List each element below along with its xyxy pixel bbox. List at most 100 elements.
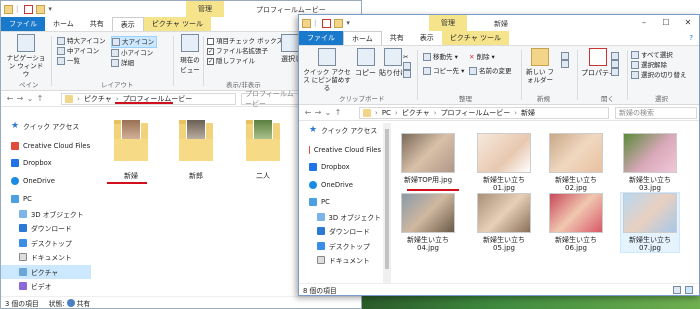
search-input[interactable]: プロフィールムービー (241, 90, 301, 108)
details-button[interactable]: 詳細 (111, 58, 134, 68)
large-icons-view-icon[interactable] (685, 285, 693, 294)
new-item-button[interactable] (561, 52, 569, 60)
extra-large-icons-button[interactable]: 特大アイコン (57, 36, 106, 46)
tab-home[interactable]: ホーム (343, 30, 382, 46)
sidebar-item-downloads[interactable]: ダウンロード (299, 224, 381, 239)
search-input[interactable]: 新婦の検索 (615, 107, 697, 119)
paste-shortcut-button[interactable] (403, 70, 411, 78)
properties-icon[interactable] (24, 4, 34, 14)
breadcrumb-pictures[interactable]: ピクチャ (402, 108, 430, 118)
qa-dropdown-icon[interactable]: ▾ (48, 5, 52, 13)
sidebar-item-desktop[interactable]: デスクトップ (1, 236, 91, 251)
sidebar-scrollbar[interactable] (383, 123, 391, 283)
new-folder-icon[interactable] (334, 18, 344, 28)
recent-dropdown-icon[interactable]: ⌄ (323, 108, 333, 117)
folder-bride[interactable]: 新婦 (111, 119, 151, 181)
details-view-icon[interactable] (673, 285, 681, 294)
up-arrow-icon[interactable]: ↑ (35, 94, 45, 103)
breadcrumb-profile-movie[interactable]: プロフィールムービー (440, 108, 510, 118)
properties-icon[interactable] (322, 18, 332, 28)
tab-share[interactable]: 共有 (382, 31, 412, 45)
tab-picture-tools[interactable]: ピクチャ ツール (143, 17, 211, 31)
file-item[interactable]: 新婦生い立ち 04.jpg (399, 193, 457, 252)
tab-file[interactable]: ファイル (1, 17, 45, 31)
close-icon[interactable]: ✕ (677, 15, 699, 31)
cut-button[interactable]: ✂ (403, 52, 408, 62)
file-item[interactable]: 新婦生い立ち 05.jpg (475, 193, 533, 252)
file-item[interactable]: 新婦生い立ち 06.jpg (547, 193, 605, 252)
breadcrumb-bride[interactable]: 新婦 (521, 108, 535, 118)
tab-picture-tools[interactable]: ピクチャ ツール (441, 31, 509, 45)
hide-selected-button[interactable]: 選択した項目を (281, 34, 299, 64)
sidebar-item-3d-objects[interactable]: 3D オブジェクト (1, 207, 91, 222)
maximize-icon[interactable]: ☐ (655, 15, 677, 31)
sidebar-item-creative-cloud[interactable]: Creative Cloud Files (1, 139, 91, 154)
list-button[interactable]: 一覧 (57, 56, 80, 66)
file-item[interactable]: 新婦TOP用.jpg (399, 133, 457, 184)
copy-to-button[interactable]: コピー先 ▾ (423, 64, 464, 78)
move-to-button[interactable]: 移動先 ▾ (423, 50, 458, 64)
history-button[interactable] (611, 68, 619, 76)
select-all-button[interactable]: すべて選択 (631, 50, 673, 60)
sidebar-item-documents[interactable]: ドキュメント (1, 250, 91, 265)
forward-arrow-icon[interactable]: → (15, 94, 25, 103)
file-item[interactable]: 新婦生い立ち 07.jpg (620, 192, 680, 253)
invert-selection-button[interactable]: 選択の切り替え (631, 70, 687, 80)
address-bar[interactable]: › PC › ピクチャ › プロフィールムービー › 新婦 (359, 107, 609, 119)
sidebar-item-pc[interactable]: PC (1, 192, 91, 207)
tab-view[interactable]: 表示 (111, 16, 144, 32)
tab-file[interactable]: ファイル (299, 31, 343, 45)
back-arrow-icon[interactable]: ← (303, 108, 313, 117)
qa-dropdown-icon[interactable]: ▾ (346, 19, 350, 27)
sidebar-item-quick-access[interactable]: ★ クイック アクセス (1, 119, 91, 134)
sidebar-item-downloads[interactable]: ダウンロード (1, 221, 91, 236)
folder-couple[interactable]: 二人 (243, 119, 283, 181)
recent-dropdown-icon[interactable]: ⌄ (25, 94, 35, 103)
sidebar-item-onedrive[interactable]: OneDrive (1, 174, 91, 189)
sidebar-item-dropbox[interactable]: Dropbox (1, 156, 91, 171)
breadcrumb-pictures[interactable]: ピクチャ (84, 94, 112, 104)
sidebar-item-3d-objects[interactable]: 3D オブジェクト (299, 210, 381, 225)
new-folder-button[interactable]: 新しい フォルダー (525, 48, 555, 84)
sidebar-item-documents[interactable]: ドキュメント (299, 253, 381, 268)
large-icons-button[interactable]: 大アイコン (111, 36, 158, 48)
sidebar-item-pc[interactable]: PC (299, 195, 381, 210)
copy-button[interactable]: コピー (355, 48, 376, 78)
sidebar-item-videos[interactable]: ビデオ (1, 279, 91, 294)
hidden-files-toggle[interactable]: ✓ 隠しファイル (207, 56, 255, 66)
easy-access-button[interactable] (561, 60, 569, 68)
edit-button[interactable] (611, 60, 619, 68)
minimize-icon[interactable]: – (633, 15, 655, 31)
back-arrow-icon[interactable]: ← (5, 94, 15, 103)
help-icon[interactable]: ? (683, 31, 699, 45)
file-extension-toggle[interactable]: ✓ ファイル名拡張子 (207, 46, 268, 56)
tab-view[interactable]: 表示 (412, 31, 442, 45)
current-view-button[interactable]: 現在のビュー (179, 34, 201, 74)
tab-home[interactable]: ホーム (45, 17, 82, 31)
tab-share[interactable]: 共有 (82, 17, 112, 31)
sidebar-item-dropbox[interactable]: Dropbox (299, 160, 381, 175)
up-arrow-icon[interactable]: ↑ (333, 108, 343, 117)
new-folder-icon[interactable] (36, 4, 46, 14)
file-item[interactable]: 新婦生い立ち 02.jpg (547, 133, 605, 192)
forward-arrow-icon[interactable]: → (313, 108, 323, 117)
rename-button[interactable]: 名前の変更 (469, 64, 512, 78)
small-icons-button[interactable]: 小アイコン (111, 48, 153, 58)
file-item[interactable]: 新婦生い立ち 03.jpg (621, 133, 679, 192)
medium-icons-button[interactable]: 中アイコン (57, 46, 99, 56)
open-button[interactable] (611, 52, 619, 60)
breadcrumb-pc[interactable]: PC (382, 109, 391, 117)
title-bar[interactable]: | ▾ 管理 新婦 – ☐ ✕ (299, 15, 699, 31)
folder-groom[interactable]: 新郎 (176, 119, 216, 181)
delete-button[interactable]: ✕ 削除 ▾ (469, 50, 495, 64)
sidebar-item-creative-cloud[interactable]: Creative Cloud Files (299, 143, 381, 158)
item-checkbox-toggle[interactable]: 項目チェック ボックス (207, 36, 283, 46)
file-item[interactable]: 新婦生い立ち 01.jpg (475, 133, 533, 192)
sidebar-item-pictures[interactable]: ピクチャ (1, 264, 91, 279)
explorer-window-front[interactable]: | ▾ 管理 新婦 – ☐ ✕ ファイル ホーム 共有 表示 ピクチャ ツール … (298, 14, 700, 296)
sidebar-item-onedrive[interactable]: OneDrive (299, 178, 381, 193)
pin-quick-access-button[interactable]: クイック アクセス にピン留めする (303, 48, 351, 92)
sidebar-item-quick-access[interactable]: ★ クイック アクセス (299, 123, 381, 138)
select-none-button[interactable]: 選択解除 (631, 60, 667, 70)
nav-pane-button[interactable]: ナビゲーション ウィンドウ (6, 34, 46, 78)
